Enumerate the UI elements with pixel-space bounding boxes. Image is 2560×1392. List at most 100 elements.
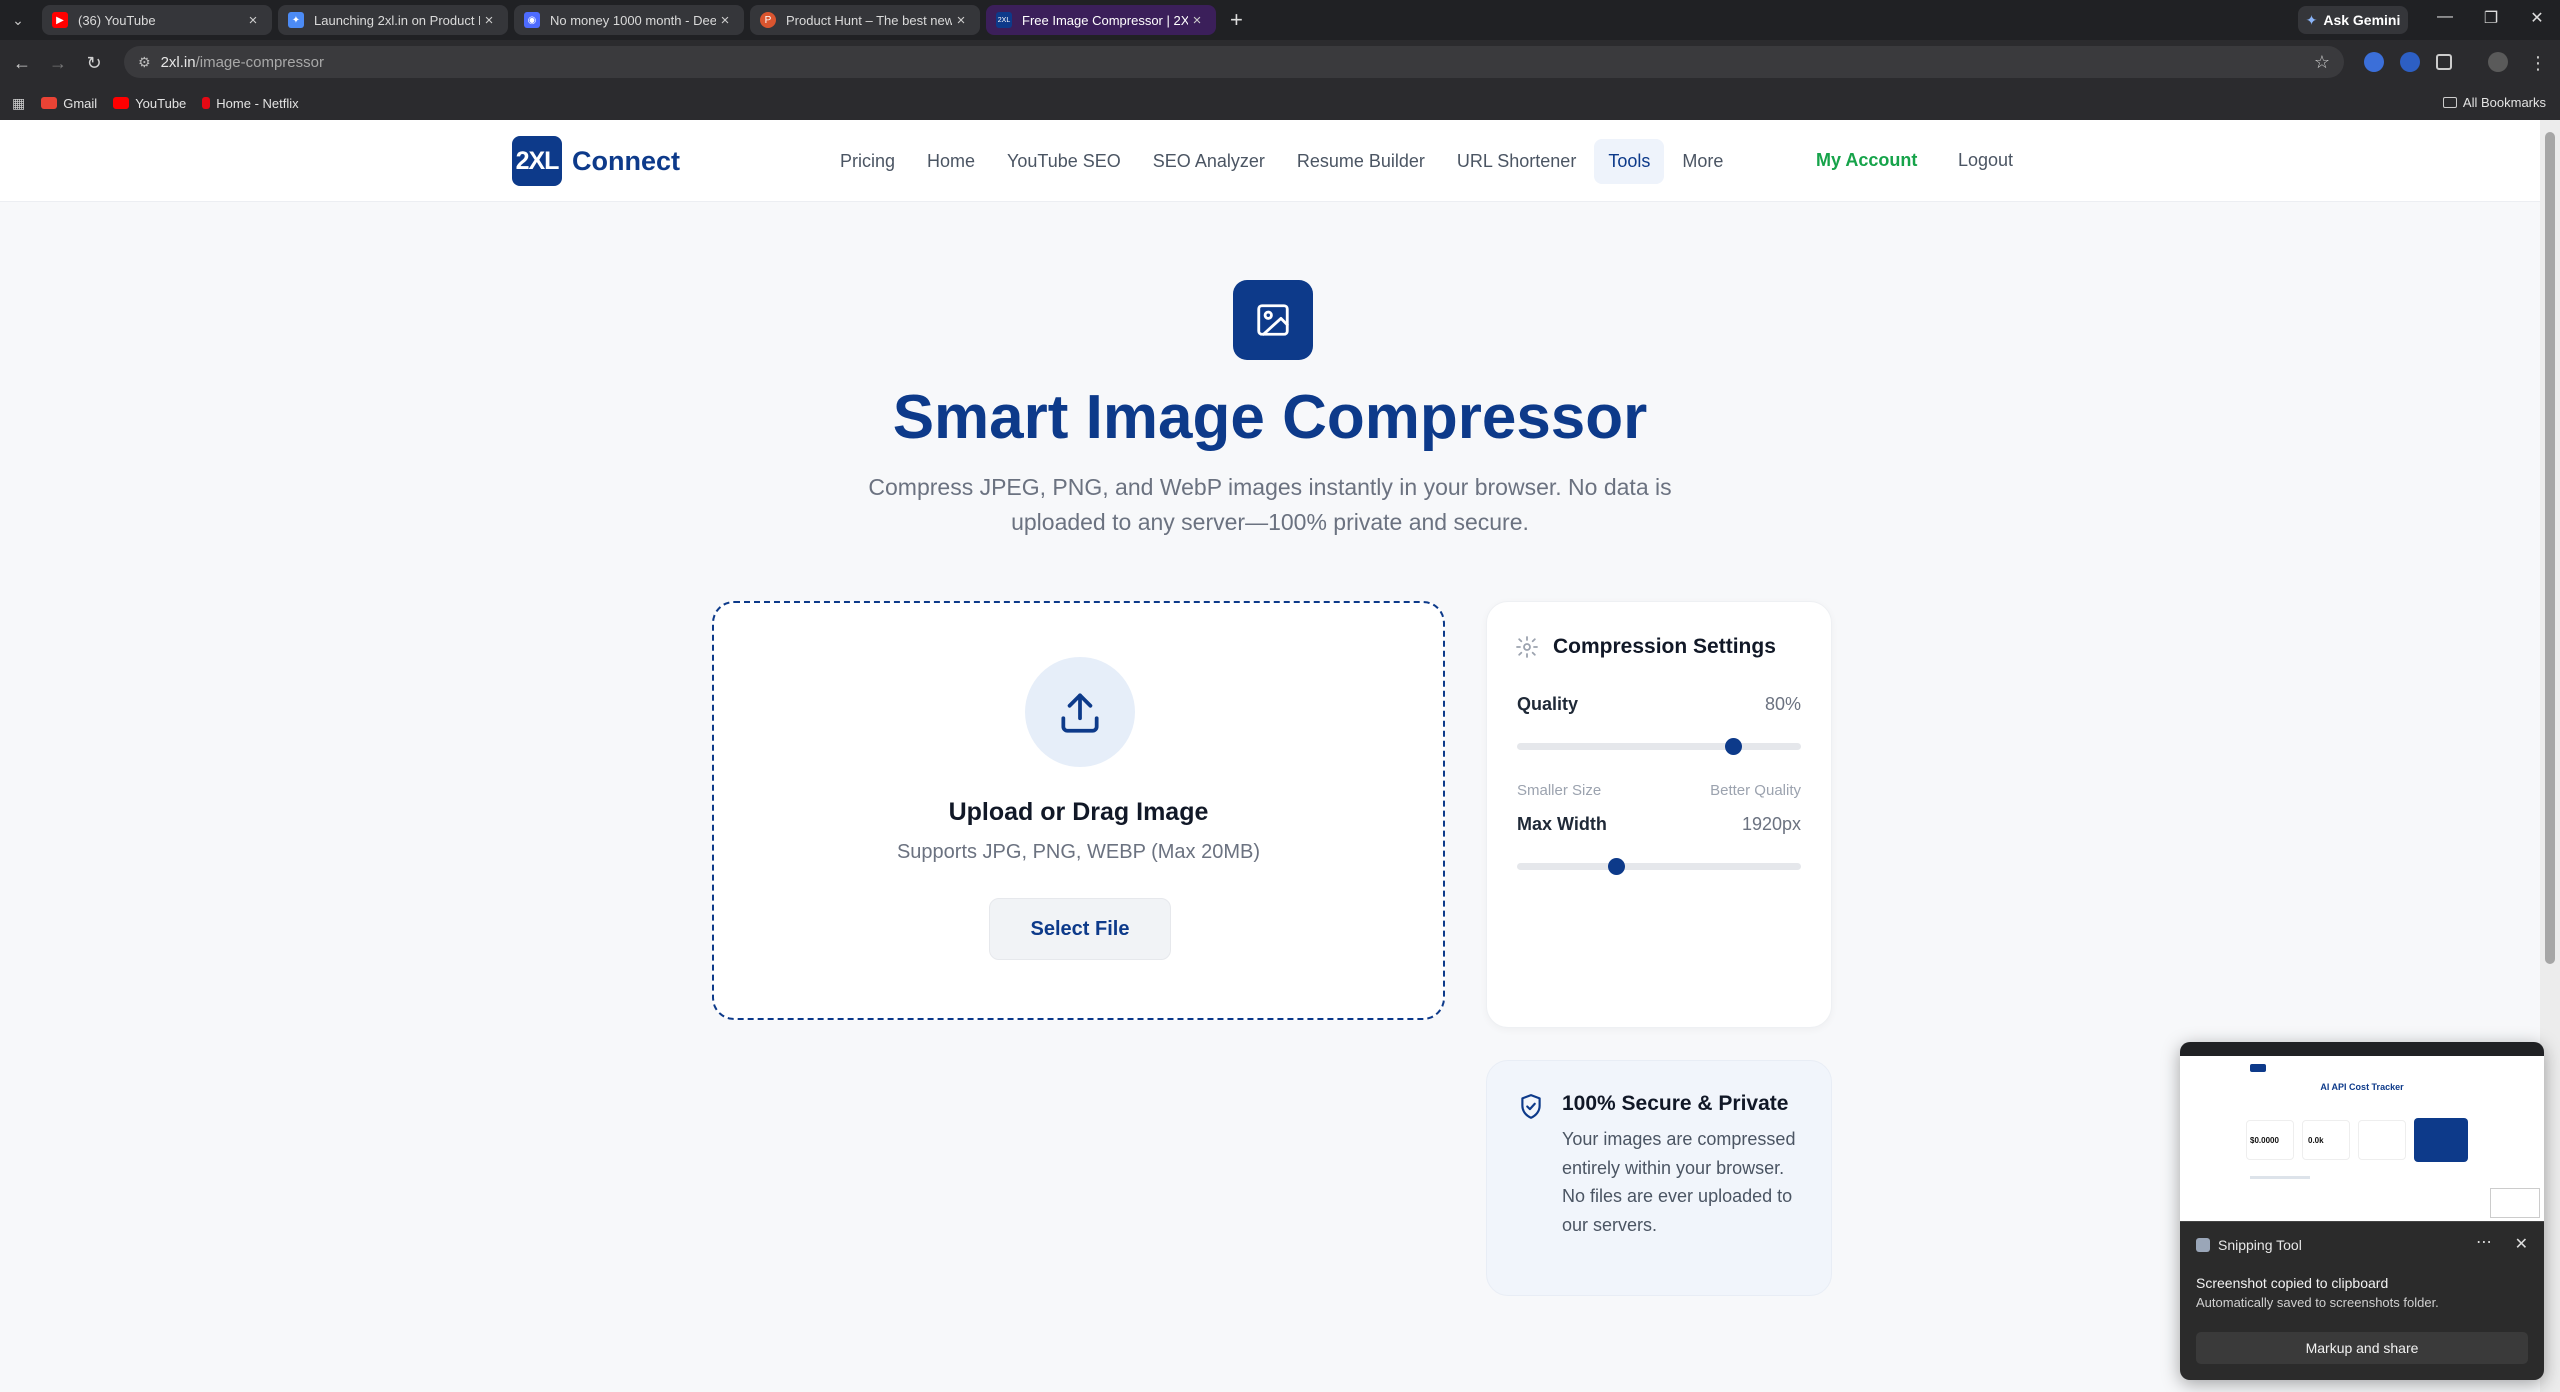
snipping-tool-icon — [2196, 1238, 2210, 1252]
toast-subtitle: Automatically saved to screenshots folde… — [2196, 1295, 2439, 1310]
browser-tab[interactable]: P Product Hunt – The best new p × — [750, 5, 980, 35]
browser-tab-strip: ⌄ ▶ (36) YouTube × ✦ Launching 2xl.in on… — [0, 0, 2560, 40]
tab-close-icon[interactable]: × — [480, 12, 498, 29]
logo-text: Connect — [572, 145, 680, 176]
extension-icon[interactable] — [2364, 52, 2384, 72]
quality-slider-handle[interactable] — [1724, 738, 1742, 755]
preview-line — [2250, 1176, 2310, 1179]
back-arrow-icon[interactable]: ← — [4, 53, 40, 74]
nav-home[interactable]: Home — [913, 139, 989, 184]
browser-menu-icon[interactable]: ⋮ — [2520, 53, 2556, 74]
restore-icon[interactable]: ❐ — [2476, 8, 2506, 28]
profile-avatar-icon[interactable] — [2488, 52, 2508, 72]
bookmark-netflix[interactable]: Home - Netflix — [202, 95, 299, 111]
page-subtitle: Compress JPEG, PNG, and WebP images inst… — [868, 474, 1672, 535]
minimize-icon[interactable]: — — [2430, 8, 2460, 26]
nav-seo-analyzer[interactable]: SEO Analyzer — [1139, 139, 1279, 184]
2xl-favicon-icon: 2XL — [996, 12, 1012, 28]
bookmark-star-icon[interactable]: ☆ — [2314, 52, 2330, 73]
secure-private-card: 100% Secure & Private Your images are co… — [1486, 1060, 1832, 1296]
new-tab-plus-icon[interactable]: + — [1230, 7, 1243, 33]
image-icon — [1233, 280, 1313, 360]
site-logo[interactable]: 2XL Connect — [512, 136, 680, 186]
deepseek-favicon-icon: ◉ — [524, 12, 540, 28]
site-info-icon[interactable]: ⚙ — [138, 54, 151, 71]
nav-url-shortener[interactable]: URL Shortener — [1443, 139, 1590, 184]
preview-browser-bar — [2180, 1042, 2544, 1056]
bookmark-youtube[interactable]: YouTube — [113, 96, 186, 111]
logout-link[interactable]: Logout — [1958, 150, 2013, 171]
quality-max-label: Better Quality — [1710, 782, 1801, 799]
scrollbar-thumb[interactable] — [2545, 132, 2555, 964]
shield-check-icon — [1521, 1094, 1541, 1119]
producthunt-favicon-icon: P — [760, 12, 776, 28]
preview-card — [2358, 1120, 2406, 1160]
max-width-value: 1920px — [1741, 814, 1801, 834]
bookmark-label: Home - Netflix — [216, 95, 299, 111]
tab-close-icon[interactable]: × — [716, 12, 734, 29]
ask-gemini-button[interactable]: ✦ Ask Gemini — [2298, 6, 2408, 34]
gemini-sparkle-icon: ✦ — [2305, 11, 2318, 28]
tab-close-icon[interactable]: × — [1188, 12, 1206, 29]
tab-title: No money 1000 month - Deep — [550, 12, 716, 28]
screenshot-preview[interactable]: AI API Cost Tracker $0.0000 0.0k — [2180, 1042, 2544, 1222]
upload-subtitle: Supports JPG, PNG, WEBP (Max 20MB) — [896, 841, 1261, 863]
url-path: /image-compressor — [195, 53, 324, 71]
nav-pricing[interactable]: Pricing — [826, 139, 909, 184]
quality-label: Quality — [1517, 694, 1579, 714]
tab-close-icon[interactable]: × — [244, 12, 262, 29]
address-bar[interactable]: ⚙ 2xl.in/image-compressor ☆ — [124, 46, 2344, 78]
upload-dropzone[interactable]: Upload or Drag Image Supports JPG, PNG, … — [712, 601, 1445, 1020]
gemini-favicon-icon: ✦ — [288, 12, 304, 28]
browser-tab-active[interactable]: 2XL Free Image Compressor | 2XL × — [986, 5, 1216, 35]
all-bookmarks[interactable]: All Bookmarks — [2442, 95, 2546, 110]
quality-slider[interactable] — [1517, 738, 1801, 755]
youtube-icon — [113, 97, 130, 109]
extension-icon[interactable] — [2400, 52, 2420, 72]
preview-mini-window — [2490, 1188, 2540, 1218]
gmail-icon — [41, 97, 58, 109]
forward-arrow-icon[interactable]: → — [40, 53, 76, 74]
page-content: 2XL Connect Pricing Home YouTube SEO SEO… — [0, 120, 2540, 1392]
reload-icon[interactable]: ↻ — [76, 53, 112, 74]
upload-icon — [1025, 657, 1135, 767]
preview-stat: 0.0k — [2308, 1136, 2324, 1145]
max-width-slider[interactable] — [1517, 858, 1801, 875]
toast-app-name: Snipping Tool — [2218, 1237, 2302, 1253]
url-host: 2xl.in — [160, 53, 196, 71]
tab-close-icon[interactable]: × — [952, 12, 970, 29]
more-options-icon[interactable]: ⋯ — [2476, 1232, 2492, 1252]
puzzle-extensions-icon[interactable] — [2436, 54, 2452, 70]
youtube-favicon-icon: ▶ — [52, 12, 68, 28]
tab-title: Free Image Compressor | 2XL — [1022, 12, 1188, 28]
window-close-icon[interactable]: ✕ — [2522, 8, 2552, 28]
bookmark-gmail[interactable]: Gmail — [41, 96, 97, 111]
nav-youtube-seo[interactable]: YouTube SEO — [993, 139, 1135, 184]
compression-settings-card: Compression Settings Quality 80% Smaller… — [1486, 601, 1832, 1028]
nav-resume-builder[interactable]: Resume Builder — [1283, 139, 1439, 184]
address-toolbar: ← → ↻ ⚙ 2xl.in/image-compressor ☆ ⋮ — [0, 40, 2560, 86]
select-file-button[interactable]: Select File — [989, 898, 1171, 960]
my-account-link[interactable]: My Account — [1816, 150, 1917, 171]
netflix-icon — [202, 97, 211, 109]
max-width-slider-handle[interactable] — [1608, 858, 1626, 875]
all-bookmarks-label: All Bookmarks — [2462, 95, 2546, 110]
bookmark-label: YouTube — [135, 95, 187, 111]
snipping-tool-notification: AI API Cost Tracker $0.0000 0.0k Snippin… — [2180, 1042, 2544, 1380]
tab-search-chevron-icon[interactable]: ⌄ — [0, 0, 36, 40]
ask-gemini-label: Ask Gemini — [2323, 12, 2401, 28]
gear-icon — [1516, 636, 1538, 658]
apps-grid-icon[interactable]: ▦ — [12, 95, 25, 112]
max-width-label: Max Width — [1517, 814, 1607, 834]
browser-tab[interactable]: ▶ (36) YouTube × — [42, 5, 272, 35]
browser-tab[interactable]: ✦ Launching 2xl.in on Product Hu × — [278, 5, 508, 35]
tab-title: Launching 2xl.in on Product Hu — [314, 12, 480, 28]
nav-more[interactable]: More — [1668, 139, 1737, 184]
browser-tab[interactable]: ◉ No money 1000 month - Deep × — [514, 5, 744, 35]
secure-title: 100% Secure & Private — [1562, 1092, 1789, 1115]
nav-tools[interactable]: Tools — [1594, 138, 1665, 184]
markup-and-share-button[interactable]: Markup and share — [2196, 1332, 2528, 1364]
folder-icon — [2442, 97, 2457, 108]
bookmark-label: Gmail — [63, 95, 98, 111]
close-icon[interactable]: ✕ — [2515, 1234, 2528, 1254]
